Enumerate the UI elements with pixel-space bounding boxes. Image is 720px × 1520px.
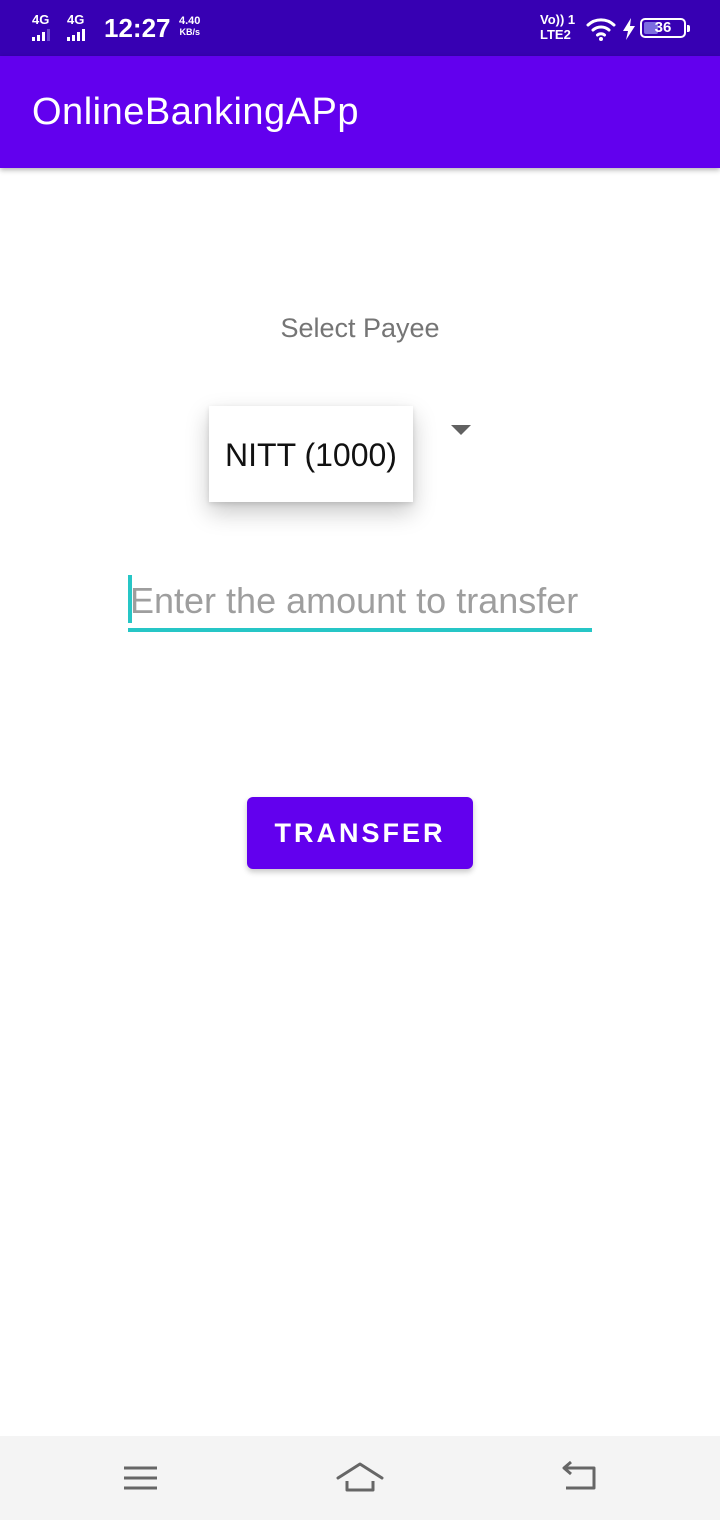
volte-label: Vo)) 1 (540, 12, 576, 27)
amount-field[interactable] (128, 574, 592, 632)
amount-input[interactable] (128, 574, 592, 628)
charging-icon (623, 18, 635, 40)
back-icon[interactable] (556, 1454, 604, 1502)
network-speed-unit: KB/s (179, 27, 200, 37)
menu-icon[interactable] (116, 1454, 164, 1502)
select-payee-label: Select Payee (280, 313, 440, 343)
dropdown-arrow-icon[interactable] (451, 425, 471, 435)
battery-level: 36 (654, 19, 672, 36)
status-bar: 4G 4G 12:27 4.40 KB/s Vo)) 1 LTE2 36 (0, 0, 720, 56)
wifi-icon (586, 18, 616, 41)
sim1-signal-icon: 4G (32, 13, 58, 41)
app-title: OnlineBankingAPp (32, 91, 359, 133)
battery-icon: 36 (640, 18, 690, 38)
network-speed-value: 4.40 (179, 15, 201, 27)
status-time: 12:27 (104, 13, 171, 43)
text-cursor (128, 575, 132, 623)
lte-label: LTE2 (540, 27, 571, 42)
home-icon[interactable] (336, 1454, 384, 1502)
transfer-button[interactable]: TRANSFER (247, 797, 473, 869)
sim1-network-label: 4G (32, 12, 50, 27)
payee-dropdown[interactable]: NITT (1000) (209, 406, 413, 502)
network-speed: 4.40 KB/s (179, 15, 200, 38)
selected-payee: NITT (1000) (225, 437, 397, 473)
sim2-network-label: 4G (67, 12, 85, 27)
navigation-bar (0, 1436, 720, 1520)
app-bar: OnlineBankingAPp (0, 56, 720, 168)
volte-indicator: Vo)) 1 LTE2 (540, 12, 575, 42)
sim2-signal-icon: 4G (67, 13, 93, 41)
